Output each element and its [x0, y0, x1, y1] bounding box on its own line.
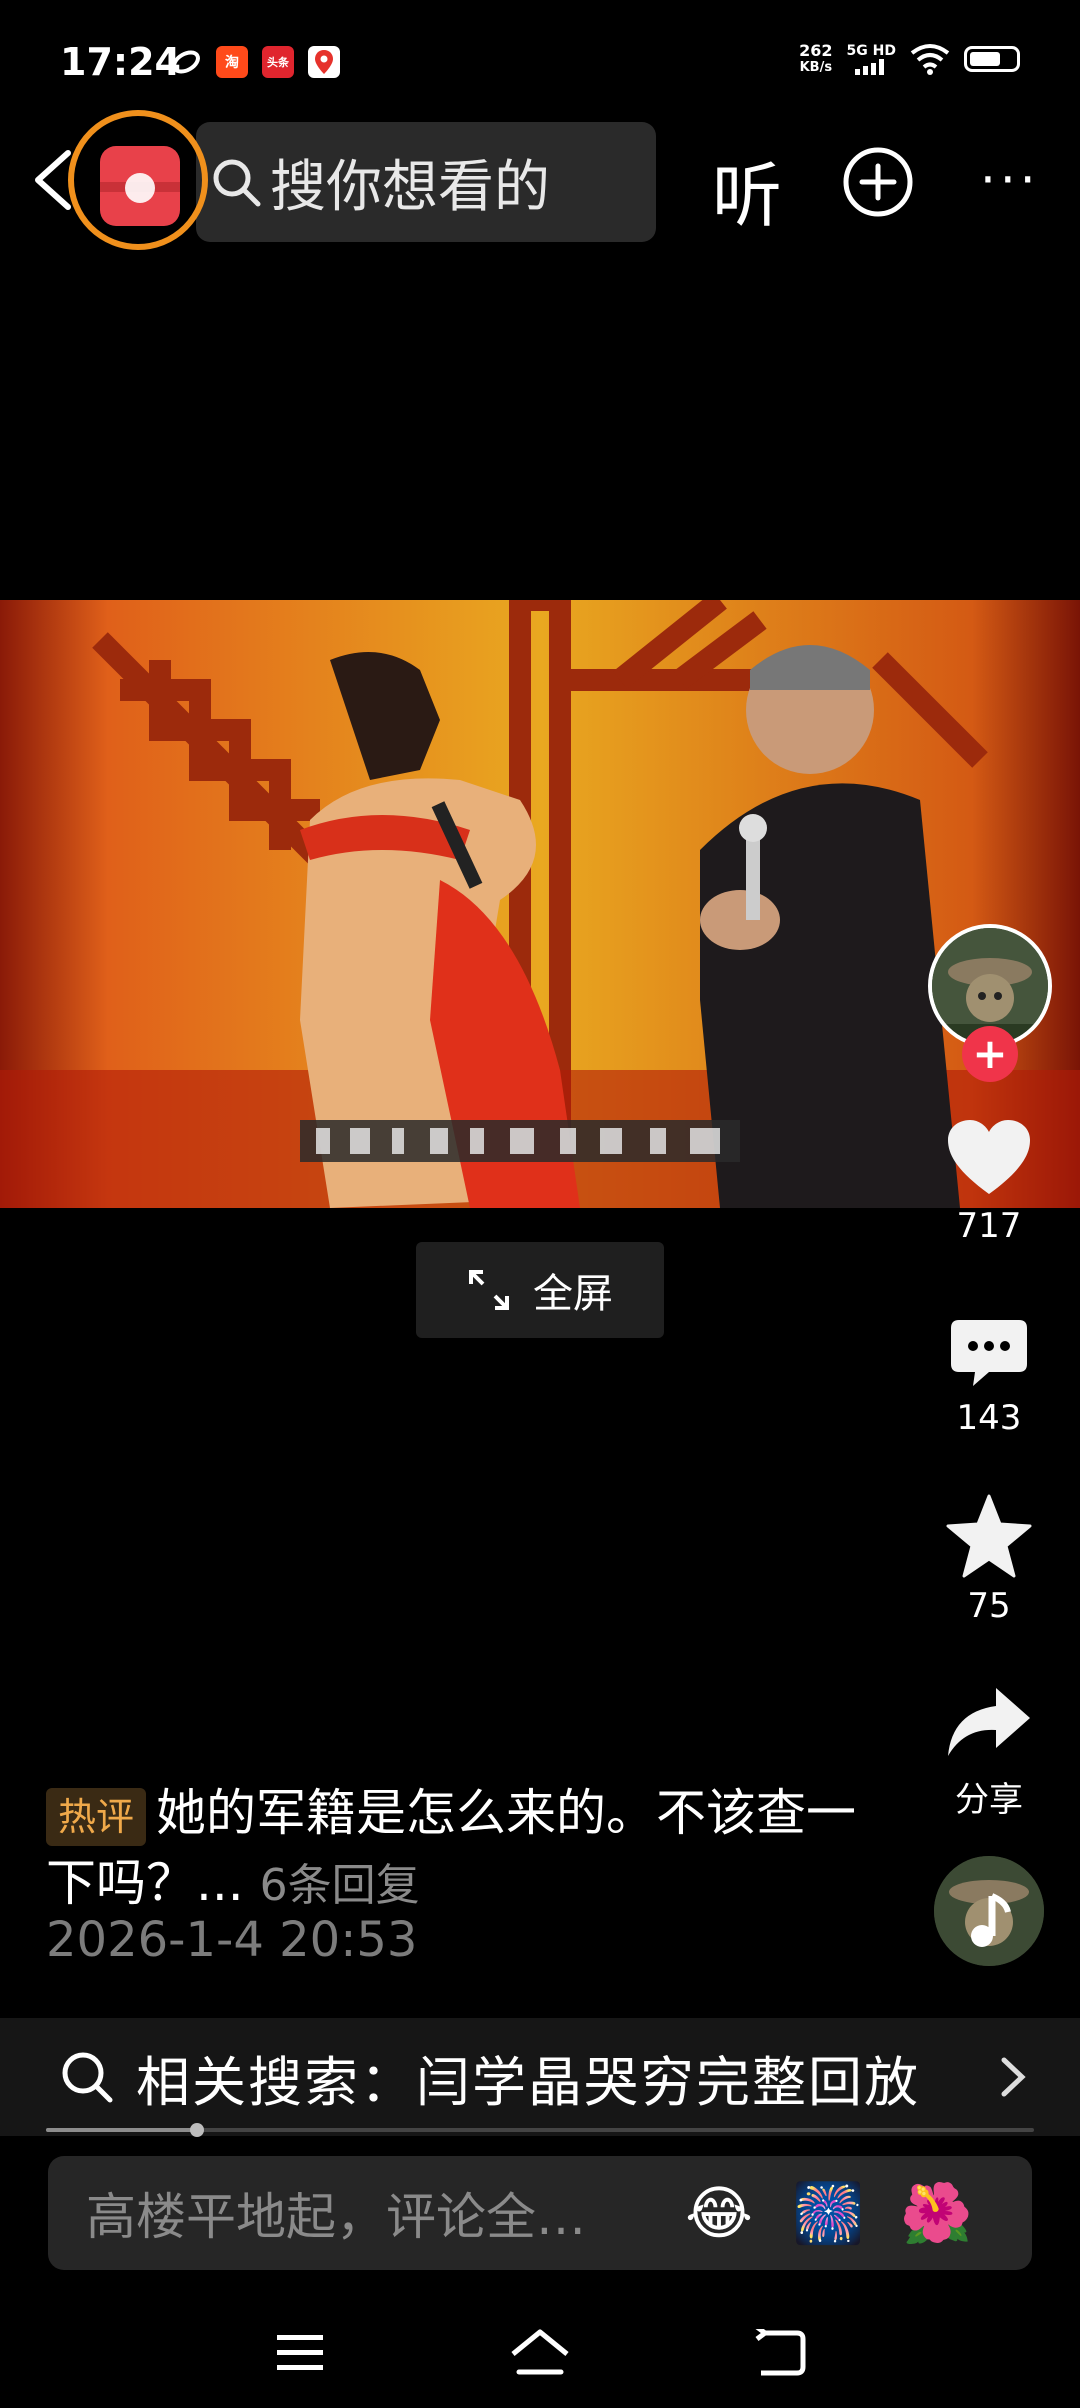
home-nav-button[interactable] — [500, 2318, 580, 2388]
comment-action[interactable]: 143 — [924, 1316, 1054, 1438]
video-progress-fill — [46, 2128, 198, 2132]
home-icon — [511, 2329, 569, 2375]
favorite-action[interactable]: 75 — [924, 1494, 1054, 1626]
laughing-emoji-icon[interactable]: 😂 — [684, 2179, 754, 2247]
search-placeholder: 搜你想看的 — [270, 154, 550, 220]
music-disc[interactable] — [934, 1856, 1044, 1966]
listen-button[interactable]: 听 — [712, 140, 782, 241]
toutiao-app-icon: 头条 — [262, 46, 294, 78]
taobao-app-icon: 淘 — [216, 46, 248, 78]
comment-input[interactable]: 高楼平地起，评论全… 😂 🎆 🌺 — [48, 2156, 1032, 2270]
related-search-bar[interactable]: 相关搜索：闫学晶哭穷完整回放 — [0, 2018, 1080, 2136]
search-icon — [213, 159, 261, 207]
add-circle-icon[interactable] — [842, 146, 914, 218]
red-packet-icon[interactable] — [100, 146, 180, 226]
share-action[interactable]: 分享 — [924, 1684, 1054, 1821]
status-system-icons: 262 KB/s 5G HD — [799, 42, 1020, 76]
like-action[interactable]: 717 — [924, 1118, 1054, 1246]
like-count: 717 — [956, 1206, 1022, 1246]
signal-icon: 5G HD — [847, 43, 896, 75]
search-bar[interactable]: 搜你想看的 — [196, 122, 656, 242]
flower-emoji-icon[interactable]: 🌺 — [900, 2179, 972, 2248]
expand-icon — [469, 1270, 509, 1310]
comment-bubble-icon — [951, 1320, 1027, 1386]
more-options-button[interactable]: ··· — [980, 155, 1040, 205]
hot-comment[interactable]: 热评 她的军籍是怎么来的。不该查一下吗？... 6条回复 — [46, 1778, 866, 1921]
fullscreen-button[interactable]: 全屏 — [416, 1242, 664, 1338]
return-icon — [755, 2329, 806, 2376]
menu-nav-button[interactable] — [260, 2318, 340, 2388]
hot-comment-text: 她的军籍是怎么来的。不该查一下吗？... — [46, 1784, 857, 1912]
link-app-icon — [170, 46, 202, 78]
video-progress-handle[interactable] — [190, 2123, 204, 2137]
menu-icon — [277, 2335, 323, 2370]
status-time: 17:24 — [60, 40, 181, 84]
follow-plus-button[interactable]: + — [962, 1026, 1018, 1082]
video-frame-image — [0, 600, 1080, 1208]
music-note-icon — [934, 1856, 1044, 1966]
favorite-count: 75 — [967, 1586, 1011, 1626]
comment-count: 143 — [956, 1398, 1022, 1438]
fireworks-emoji-icon[interactable]: 🎆 — [792, 2179, 864, 2248]
net-speed: 262 KB/s — [799, 41, 833, 75]
battery-icon — [964, 46, 1020, 72]
star-icon — [946, 1494, 1032, 1578]
map-pin-app-icon — [308, 46, 340, 78]
video-player[interactable] — [0, 600, 1080, 1208]
comment-timestamp: 2026-1-4 20:53 — [46, 1912, 418, 1968]
fullscreen-label: 全屏 — [533, 1271, 613, 1317]
status-notification-icons: 淘 头条 — [170, 46, 340, 78]
chevron-right-icon — [1001, 2057, 1026, 2097]
back-nav-button[interactable] — [740, 2318, 820, 2388]
search-icon — [62, 2052, 113, 2103]
heart-icon — [948, 1120, 1030, 1194]
wifi-icon — [910, 44, 950, 75]
reply-count[interactable]: 6条回复 — [260, 1860, 420, 1911]
related-search-label: 相关搜索：闫学晶哭穷完整回放 — [136, 2050, 920, 2114]
share-arrow-icon — [948, 1688, 1030, 1756]
share-label: 分享 — [955, 1780, 1023, 1820]
hot-comment-tag: 热评 — [46, 1787, 147, 1846]
comment-input-placeholder: 高楼平地起，评论全… — [86, 2188, 586, 2246]
